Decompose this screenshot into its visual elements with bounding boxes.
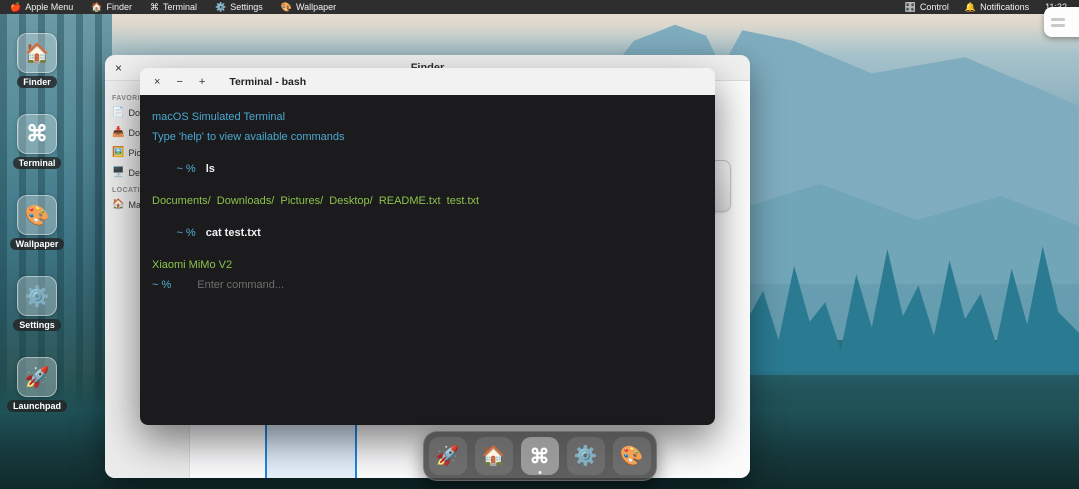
- palette-icon: 🎨: [281, 2, 292, 13]
- dock-launchpad[interactable]: 🚀: [429, 437, 467, 475]
- home-icon: 🏠: [112, 199, 124, 210]
- terminal-minimize-button[interactable]: −: [176, 76, 182, 88]
- terminal-output-area: macOS Simulated Terminal Type 'help' to …: [140, 95, 715, 425]
- terminal-prompt: ~ %: [176, 227, 195, 239]
- settings-app-icon[interactable]: ⚙️: [17, 276, 57, 316]
- terminal-close-button[interactable]: ×: [154, 76, 160, 88]
- apple-icon: 🍎: [10, 2, 21, 13]
- menu-notifications-label: Notifications: [980, 2, 1029, 12]
- corner-popup[interactable]: [1044, 7, 1079, 37]
- launchpad-app-label: Launchpad: [7, 400, 67, 412]
- menu-terminal[interactable]: ⌘ Terminal: [150, 2, 197, 13]
- menu-wallpaper-label: Wallpaper: [296, 2, 336, 12]
- terminal-line: Documents/ Downloads/ Pictures/ Desktop/…: [152, 195, 703, 207]
- terminal-line: ~ % cat test.txt: [152, 215, 703, 251]
- bottom-dock: 🚀 🏠 ⌘ ⚙️ 🎨: [423, 431, 657, 481]
- finder-app-label: Finder: [17, 76, 57, 88]
- terminal-command-input[interactable]: [197, 279, 703, 291]
- wallpaper-app-icon[interactable]: 🎨: [17, 195, 57, 235]
- monitor-icon: 🖥️: [112, 167, 124, 178]
- command-icon: ⌘: [150, 2, 159, 13]
- control-icon: 🎛️: [905, 2, 916, 13]
- terminal-line: Type 'help' to view available commands: [152, 131, 703, 143]
- terminal-command: ls: [206, 163, 215, 175]
- popup-glyph: [1051, 24, 1065, 27]
- menu-settings[interactable]: ⚙️ Settings: [215, 2, 263, 13]
- menu-notifications[interactable]: 🔔 Notifications: [965, 2, 1029, 13]
- terminal-input-row: ~ %: [152, 279, 703, 291]
- terminal-window-title: Terminal - bash: [229, 76, 306, 88]
- menu-apple-label: Apple Menu: [25, 2, 73, 12]
- menu-wallpaper[interactable]: 🎨 Wallpaper: [281, 2, 336, 13]
- command-icon: ⌘: [530, 444, 550, 469]
- menu-apple[interactable]: 🍎 Apple Menu: [10, 2, 73, 13]
- terminal-line: Xiaomi MiMo V2: [152, 259, 703, 271]
- desktop-icon-settings[interactable]: ⚙️ Settings: [13, 276, 61, 331]
- popup-glyph: [1051, 18, 1065, 21]
- terminal-prompt: ~ %: [152, 279, 171, 291]
- menu-finder-label: Finder: [106, 2, 132, 12]
- menu-finder[interactable]: 🏠 Finder: [91, 2, 132, 13]
- terminal-line: ~ % ls: [152, 151, 703, 187]
- wallpaper-app-label: Wallpaper: [10, 238, 65, 250]
- finder-app-icon[interactable]: 🏠: [17, 33, 57, 73]
- bell-icon: 🔔: [965, 2, 976, 13]
- running-indicator-dot: [538, 471, 541, 474]
- download-icon: 📥: [112, 127, 124, 138]
- menu-terminal-label: Terminal: [163, 2, 197, 12]
- gear-icon: ⚙️: [574, 444, 598, 468]
- house-icon: 🏠: [91, 2, 102, 13]
- terminal-maximize-button[interactable]: +: [199, 76, 205, 88]
- desktop-icon-terminal[interactable]: ⌘ Terminal: [13, 114, 62, 169]
- desktop-icon-launchpad[interactable]: 🚀 Launchpad: [7, 357, 67, 412]
- house-icon: 🏠: [482, 444, 506, 468]
- dock-finder[interactable]: 🏠: [475, 437, 513, 475]
- document-icon: 📄: [112, 107, 124, 118]
- desktop-icon-finder[interactable]: 🏠 Finder: [17, 33, 57, 88]
- terminal-line: macOS Simulated Terminal: [152, 111, 703, 123]
- menu-control-label: Control: [920, 2, 949, 12]
- terminal-app-label: Terminal: [13, 157, 62, 169]
- terminal-window: × − + Terminal - bash macOS Simulated Te…: [140, 68, 715, 425]
- desktop-dock: 🏠 Finder ⌘ Terminal 🎨 Wallpaper ⚙️ Setti…: [15, 33, 59, 412]
- dock-terminal[interactable]: ⌘: [521, 437, 559, 475]
- finder-close-button[interactable]: ×: [115, 61, 131, 75]
- picture-icon: 🖼️: [112, 147, 124, 158]
- palette-icon: 🎨: [620, 444, 644, 468]
- menu-bar: 🍎 Apple Menu 🏠 Finder ⌘ Terminal ⚙️ Sett…: [0, 0, 1079, 14]
- desktop: 🍎 Apple Menu 🏠 Finder ⌘ Terminal ⚙️ Sett…: [0, 0, 1079, 489]
- terminal-titlebar[interactable]: × − + Terminal - bash: [140, 68, 715, 95]
- terminal-command: cat test.txt: [206, 227, 261, 239]
- terminal-app-icon[interactable]: ⌘: [17, 114, 57, 154]
- gear-icon: ⚙️: [215, 2, 226, 13]
- terminal-prompt: ~ %: [176, 163, 195, 175]
- dock-wallpaper[interactable]: 🎨: [613, 437, 651, 475]
- dock-settings[interactable]: ⚙️: [567, 437, 605, 475]
- settings-app-label: Settings: [13, 319, 61, 331]
- launchpad-app-icon[interactable]: 🚀: [17, 357, 57, 397]
- desktop-icon-wallpaper[interactable]: 🎨 Wallpaper: [10, 195, 65, 250]
- rocket-icon: 🚀: [436, 444, 460, 468]
- menu-settings-label: Settings: [230, 2, 263, 12]
- menu-control[interactable]: 🎛️ Control: [905, 2, 949, 13]
